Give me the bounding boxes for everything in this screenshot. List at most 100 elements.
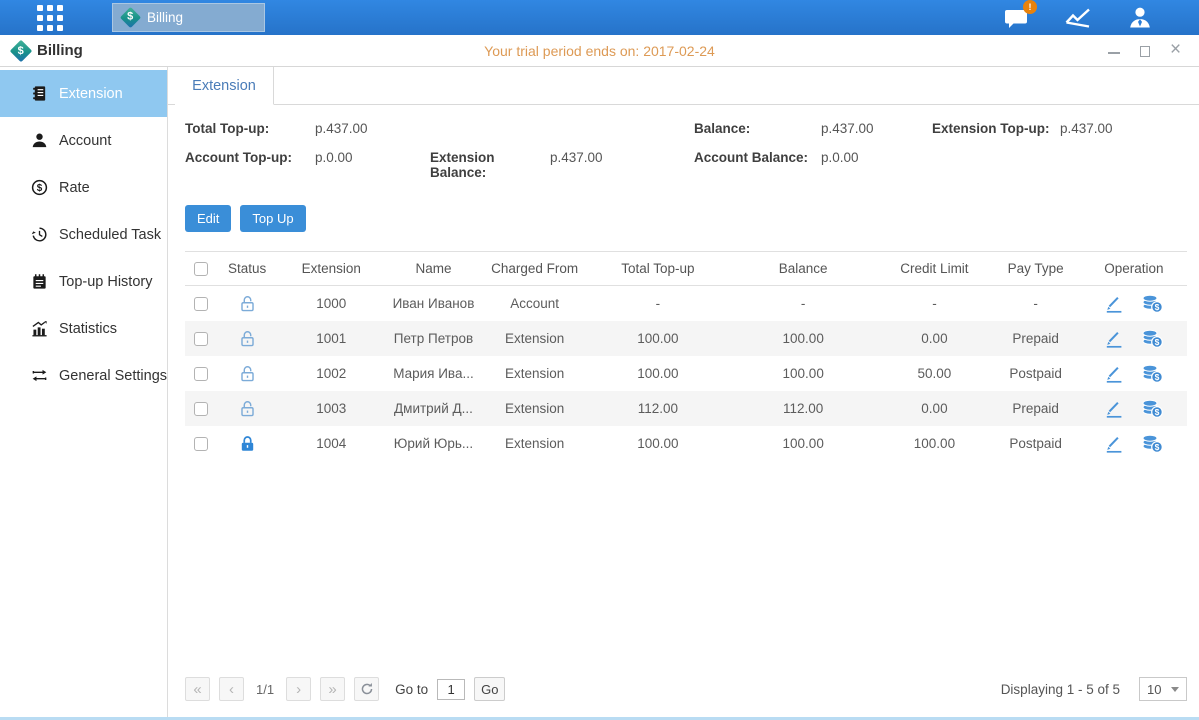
edit-row-button[interactable] [1104,433,1124,453]
col-header-balance: Balance [728,252,878,286]
user-account-icon[interactable] [1127,5,1153,31]
row-checkbox[interactable] [194,332,208,346]
sidebar-item-account[interactable]: Account [0,117,167,164]
sidebar-item-extension[interactable]: Extension [0,70,167,117]
status-lock-toggle[interactable] [238,329,257,348]
sidebar-label: Top-up History [59,274,152,290]
status-lock-toggle[interactable] [238,294,257,313]
bar-chart-icon [31,320,48,337]
edit-row-button[interactable] [1104,398,1124,418]
pay-type-cell: Postpaid [991,426,1081,461]
exchange-arrows-icon [31,367,48,384]
edit-icon [1104,398,1124,418]
close-icon[interactable] [1169,44,1183,58]
reports-chart-icon[interactable] [1064,6,1093,30]
sidebar-item-statistics[interactable]: Statistics [0,305,167,352]
edit-button[interactable]: Edit [185,205,231,232]
next-page-button[interactable]: › [286,677,311,701]
messages-icon[interactable]: ! [1003,6,1030,30]
page-size-select[interactable]: 10 [1139,677,1187,701]
credit-limit-cell: 0.00 [878,321,990,356]
edit-row-button[interactable] [1104,293,1124,313]
col-header-extension: Extension [277,252,385,286]
pagination-bar: « ‹ 1/1 › » Go to Go Displaying 1 - 5 of… [185,671,1187,717]
window-title-bar: Your trial period ends on: 2017-02-24 $ … [0,35,1199,67]
tab-extension[interactable]: Extension [175,67,274,105]
sidebar: Extension Account $ Rate Scheduled Task … [0,67,168,717]
sidebar-item-topup-history[interactable]: Top-up History [0,258,167,305]
minimize-icon[interactable] [1107,44,1121,58]
table-row: 1000Иван ИвановAccount----$ [185,286,1187,321]
last-page-button[interactable]: » [320,677,345,701]
svg-text:$: $ [1155,302,1160,312]
status-lock-toggle[interactable] [238,434,257,453]
topup-row-button[interactable]: $ [1141,328,1163,348]
top-up-button[interactable]: Top Up [240,205,305,232]
status-lock-toggle[interactable] [238,364,257,383]
svg-text:$: $ [37,183,43,194]
svg-text:$: $ [1155,372,1160,382]
svg-text:$: $ [1155,407,1160,417]
dollar-circle-icon: $ [31,179,48,196]
col-header-total-top-up: Total Top-up [588,252,728,286]
total-topup-cell: 100.00 [588,356,728,391]
row-checkbox[interactable] [194,367,208,381]
pay-type-cell: Prepaid [991,391,1081,426]
charged-from-cell: Extension [482,321,588,356]
goto-page-input[interactable] [437,679,465,700]
sidebar-label: Scheduled Task [59,227,161,243]
notepad-icon [31,273,48,290]
credit-limit-cell: - [878,286,990,321]
operation-cell: $ [1081,286,1187,321]
taskbar-tab-label: Billing [147,10,183,25]
table-row: 1004Юрий Юрь...Extension100.00100.00100.… [185,426,1187,461]
status-lock-toggle[interactable] [238,399,257,418]
refresh-button[interactable] [354,677,379,701]
extension-cell: 1002 [277,356,385,391]
row-checkbox[interactable] [194,437,208,451]
row-checkbox[interactable] [194,402,208,416]
pay-type-cell: Prepaid [991,321,1081,356]
taskbar-billing-tab[interactable]: $ Billing [112,3,265,32]
charged-from-cell: Extension [482,391,588,426]
table-row: 1001Петр ПетровExtension100.00100.000.00… [185,321,1187,356]
topup-row-button[interactable]: $ [1141,433,1163,453]
balance-label: Balance: [694,121,821,136]
balance-cell: 112.00 [728,391,878,426]
topup-row-button[interactable]: $ [1141,293,1163,313]
extension-cell: 1003 [277,391,385,426]
sidebar-item-rate[interactable]: $ Rate [0,164,167,211]
account-topup-value: p.0.00 [315,150,430,180]
prev-page-button[interactable]: ‹ [219,677,244,701]
table-row: 1003Дмитрий Д...Extension112.00112.000.0… [185,391,1187,426]
first-page-button[interactable]: « [185,677,210,701]
name-cell: Дмитрий Д... [385,391,481,426]
maximize-icon[interactable] [1138,44,1152,58]
row-checkbox[interactable] [194,297,208,311]
person-icon [31,132,48,149]
topup-row-button[interactable]: $ [1141,363,1163,383]
select-all-checkbox[interactable] [194,262,208,276]
total-topup-value: p.437.00 [315,121,430,136]
page-indicator: 1/1 [256,682,274,697]
name-cell: Петр Петров [385,321,481,356]
balance-cell: 100.00 [728,321,878,356]
go-button[interactable]: Go [474,677,505,701]
edit-row-button[interactable] [1104,363,1124,383]
col-header-status: Status [217,252,277,286]
goto-label: Go to [395,682,428,697]
notification-badge: ! [1023,0,1037,14]
sidebar-item-general-settings[interactable]: General Settings [0,352,167,399]
extension-table: StatusExtensionNameCharged FromTotal Top… [185,251,1187,461]
sidebar-label: Account [59,133,111,149]
topup-row-button[interactable]: $ [1141,398,1163,418]
svg-text:$: $ [1155,337,1160,347]
credit-limit-cell: 0.00 [878,391,990,426]
name-cell: Иван Иванов [385,286,481,321]
edit-row-button[interactable] [1104,328,1124,348]
coins-topup-icon: $ [1141,433,1163,453]
sidebar-item-scheduled-task[interactable]: Scheduled Task [0,211,167,258]
trial-notice: Your trial period ends on: 2017-02-24 [0,43,1199,59]
apps-grid-icon[interactable] [37,5,63,31]
sidebar-label: Extension [59,86,123,102]
